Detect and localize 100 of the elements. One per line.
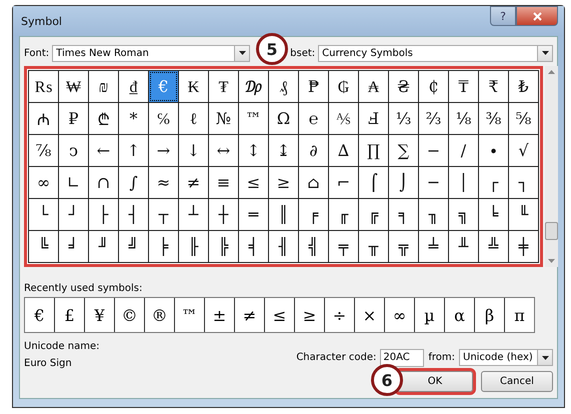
symbol-cell[interactable]: ⅞	[29, 135, 58, 166]
symbol-cell[interactable]: ⌂	[299, 167, 328, 198]
symbol-cell[interactable]: ╪	[509, 231, 538, 262]
symbol-cell[interactable]: ╙	[509, 199, 538, 230]
symbol-cell[interactable]: ₳	[359, 71, 388, 102]
symbol-cell[interactable]: ₼	[29, 103, 58, 134]
symbol-cell[interactable]: ╟	[179, 231, 208, 262]
recent-symbol[interactable]: β	[475, 298, 504, 332]
recent-symbol[interactable]: ≤	[265, 298, 294, 332]
symbol-cell[interactable]: ₸	[449, 71, 478, 102]
symbol-cell[interactable]: ∕	[449, 135, 478, 166]
recent-symbol[interactable]: ©	[115, 298, 144, 332]
symbol-cell[interactable]: ╒	[299, 199, 328, 230]
ok-button[interactable]: OK	[397, 371, 473, 392]
symbol-cell[interactable]: ₯	[239, 71, 268, 102]
symbol-cell[interactable]: ⌠	[359, 167, 388, 198]
symbol-cell[interactable]: ┌	[479, 167, 508, 198]
recent-symbol[interactable]: ≠	[235, 298, 264, 332]
symbol-cell[interactable]: │	[449, 167, 478, 198]
symbol-cell[interactable]: ₲	[329, 71, 358, 102]
recent-symbol[interactable]: £	[55, 298, 84, 332]
symbol-cell[interactable]: ∞	[29, 167, 58, 198]
symbol-cell[interactable]: ╖	[419, 199, 448, 230]
symbol-cell[interactable]: ↑	[119, 135, 148, 166]
symbol-cell[interactable]: ₾	[89, 103, 118, 134]
symbol-cell[interactable]: ₴	[389, 71, 418, 102]
symbol-cell[interactable]: →	[149, 135, 178, 166]
recent-symbol[interactable]: €	[25, 298, 54, 332]
symbol-cell[interactable]: ╛	[59, 231, 88, 262]
symbol-cell[interactable]: ═	[239, 199, 268, 230]
symbol-cell[interactable]: ∟	[59, 167, 88, 198]
symbol-cell[interactable]: ∙	[479, 135, 508, 166]
symbol-cell[interactable]: *	[119, 103, 148, 134]
symbol-cell[interactable]: ┘	[59, 199, 88, 230]
symbol-cell[interactable]: ╢	[269, 231, 298, 262]
symbol-cell[interactable]: ╡	[239, 231, 268, 262]
symbol-cell[interactable]: └	[29, 199, 58, 230]
close-icon[interactable]	[532, 12, 542, 20]
from-dropdown[interactable]: Unicode (hex)	[459, 349, 553, 366]
symbol-cell[interactable]: ↨	[269, 135, 298, 166]
symbol-cell[interactable]: ₮	[209, 71, 238, 102]
symbol-cell[interactable]: ₫	[119, 71, 148, 102]
recent-symbol[interactable]: ÷	[325, 298, 354, 332]
recent-symbol[interactable]: ∞	[385, 298, 414, 332]
symbol-cell[interactable]: ┴	[179, 199, 208, 230]
symbol-cell[interactable]: ┤	[119, 199, 148, 230]
scrollbar[interactable]	[545, 66, 558, 267]
symbol-cell[interactable]: ╗	[449, 199, 478, 230]
symbol-cell[interactable]: ⌐	[329, 167, 358, 198]
scroll-up-icon[interactable]	[548, 70, 555, 74]
recent-symbol[interactable]: ×	[355, 298, 384, 332]
symbol-cell[interactable]: ╓	[329, 199, 358, 230]
symbol-cell[interactable]: ┬	[149, 199, 178, 230]
symbol-cell[interactable]: ∂	[299, 135, 328, 166]
recent-symbol[interactable]: ™	[175, 298, 204, 332]
symbol-cell[interactable]: ╞	[149, 231, 178, 262]
close-button[interactable]	[516, 6, 558, 26]
symbol-cell[interactable]: ∏	[359, 135, 388, 166]
scroll-down-icon[interactable]	[548, 259, 555, 263]
character-code-field[interactable]: 20AC	[380, 348, 424, 366]
recent-symbol[interactable]: ¥	[85, 298, 114, 332]
symbol-cell[interactable]: ∩	[89, 167, 118, 198]
symbol-cell[interactable]: ≈	[149, 167, 178, 198]
symbol-cell[interactable]: ∑	[389, 135, 418, 166]
symbol-cell[interactable]: ╤	[329, 231, 358, 262]
recent-symbol[interactable]: ®	[145, 298, 174, 332]
symbol-cell[interactable]: ⅛	[449, 103, 478, 134]
recent-symbol[interactable]: ±	[205, 298, 234, 332]
symbol-cell[interactable]: ╕	[389, 199, 418, 230]
symbol-cell[interactable]: ₹	[479, 71, 508, 102]
symbol-cell[interactable]: ╦	[389, 231, 418, 262]
symbol-cell[interactable]: ₱	[299, 71, 328, 102]
symbol-cell[interactable]: ⅜	[479, 103, 508, 134]
help-button[interactable]: ?	[490, 6, 516, 26]
symbol-cell[interactable]: ₪	[89, 71, 118, 102]
symbol-cell[interactable]: ─	[419, 167, 448, 198]
symbol-cell[interactable]: ╔	[359, 199, 388, 230]
symbol-cell[interactable]: ₵	[419, 71, 448, 102]
symbol-cell[interactable]: ↔	[209, 135, 238, 166]
symbol-cell[interactable]: ╝	[119, 231, 148, 262]
symbol-cell[interactable]: −	[419, 135, 448, 166]
font-dropdown[interactable]: Times New Roman	[52, 44, 250, 62]
symbol-cell[interactable]: ≤	[239, 167, 268, 198]
symbol-cell[interactable]: ∆	[329, 135, 358, 166]
symbol-cell[interactable]: √	[509, 135, 538, 166]
symbol-cell[interactable]: ╧	[419, 231, 448, 262]
symbol-cell[interactable]: ℓ	[179, 103, 208, 134]
scroll-thumb[interactable]	[545, 222, 558, 240]
symbol-cell[interactable]: ←	[89, 135, 118, 166]
recent-symbol[interactable]: α	[445, 298, 474, 332]
symbol-cell[interactable]: ⅓	[389, 103, 418, 134]
recent-symbol[interactable]: ≥	[295, 298, 324, 332]
symbol-cell[interactable]: ™	[239, 103, 268, 134]
symbol-cell[interactable]: ⅍	[329, 103, 358, 134]
symbol-cell[interactable]: Ω	[269, 103, 298, 134]
symbol-cell[interactable]: ╥	[359, 231, 388, 262]
symbol-cell[interactable]: ≥	[269, 167, 298, 198]
symbol-cell[interactable]: ₰	[269, 71, 298, 102]
symbol-cell[interactable]: ╩	[479, 231, 508, 262]
cancel-button[interactable]: Cancel	[481, 371, 553, 392]
